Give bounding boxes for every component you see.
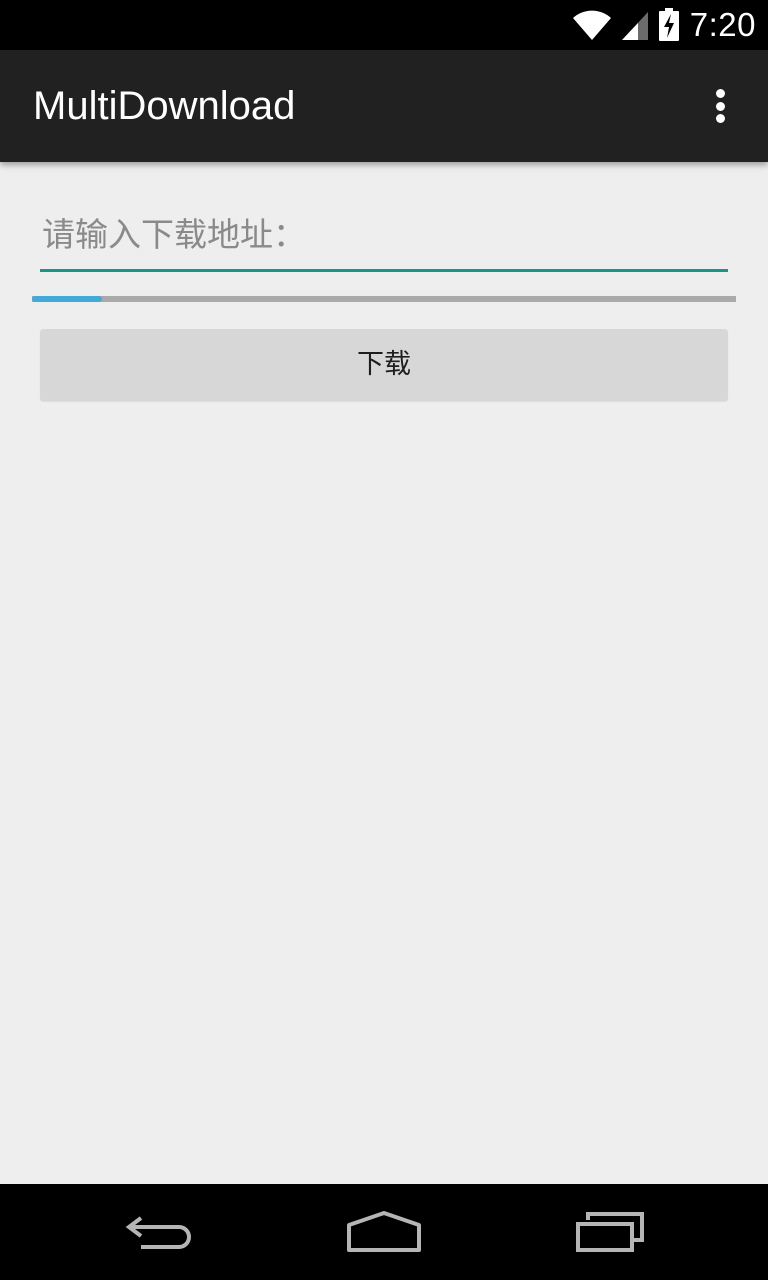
content-area: 下载 [0, 162, 768, 1184]
status-time: 7:20 [689, 6, 756, 43]
recents-icon [576, 1212, 644, 1252]
battery-charging-icon [658, 8, 679, 41]
wifi-icon [572, 10, 611, 40]
home-icon [347, 1211, 421, 1252]
back-button[interactable] [80, 1184, 240, 1280]
download-button[interactable]: 下载 [40, 329, 728, 401]
overflow-dot [715, 101, 725, 111]
navigation-bar [0, 1184, 768, 1280]
screen: 7:20 MultiDownload 下载 [0, 0, 768, 1280]
overflow-dot [715, 89, 725, 98]
download-url-input[interactable] [40, 210, 728, 272]
progress-fill [32, 296, 103, 302]
status-bar: 7:20 [0, 0, 768, 50]
app-title: MultiDownload [33, 84, 296, 128]
recents-button[interactable] [530, 1184, 690, 1280]
overflow-dot [715, 114, 725, 123]
action-bar: MultiDownload [0, 50, 768, 162]
overflow-menu-icon[interactable] [700, 86, 740, 126]
back-icon [125, 1216, 191, 1249]
status-icons: 7:20 [572, 0, 756, 50]
download-progress-bar [32, 296, 736, 302]
home-button[interactable] [304, 1184, 464, 1280]
cell-signal-icon [621, 12, 648, 40]
